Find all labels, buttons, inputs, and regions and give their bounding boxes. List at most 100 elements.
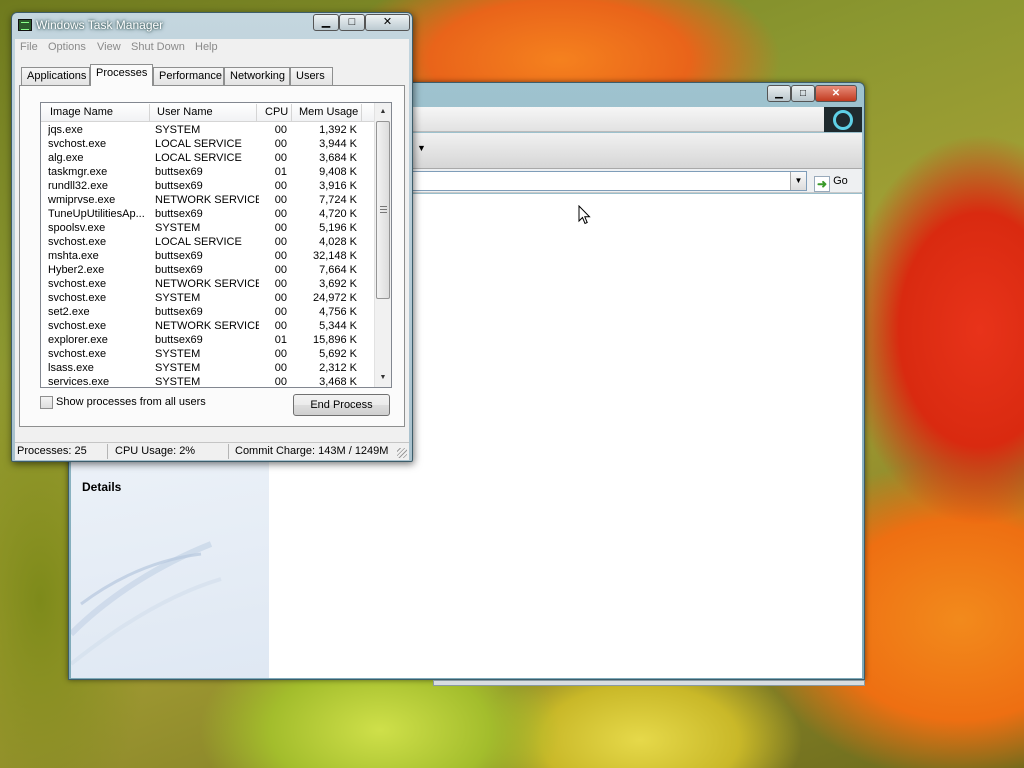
mouse-cursor-icon [578,205,591,225]
column-separator[interactable] [256,104,257,121]
menu-file[interactable]: File [20,41,38,53]
process-image-name: rundll32.exe [48,180,108,192]
show-all-users-label[interactable]: Show processes from all users [56,396,206,408]
tab-processes[interactable]: Processes [90,64,153,86]
table-row[interactable]: taskmgr.exe buttsex69 01 9,408 K [41,165,374,179]
scroll-up-arrow-icon[interactable]: ▲ [375,104,391,120]
process-user-name: SYSTEM [155,362,201,374]
menu-options[interactable]: Options [48,41,86,53]
process-cpu: 00 [274,376,287,388]
table-row[interactable]: svchost.exe SYSTEM 00 24,972 K [41,291,374,305]
processes-panel: Image Name User Name CPU Mem Usage jqs.e… [19,85,405,427]
table-row[interactable]: spoolsv.exe SYSTEM 00 5,196 K [41,221,374,235]
process-rows: jqs.exe SYSTEM 00 1,392 K svchost.exe LOCAL S… [41,123,374,388]
process-image-name: wmiprvse.exe [48,194,116,206]
close-icon: ✕ [382,16,393,28]
process-list-scrollbar[interactable]: ▲ ▼ [374,103,391,387]
maximize-button[interactable]: □ [339,14,365,31]
table-row[interactable]: services.exe SYSTEM 00 3,468 K [41,375,374,388]
process-user-name: buttsex69 [155,264,203,276]
status-separator [228,444,229,459]
maximize-icon: □ [799,88,807,99]
process-list-header: Image Name User Name CPU Mem Usage [41,103,374,122]
minimize-icon: ▁ [321,16,331,28]
status-bar: Processes: 25 CPU Usage: 2% Commit Charg… [15,442,409,460]
process-user-name: SYSTEM [155,348,201,360]
process-user-name: LOCAL SERVICE [155,236,242,248]
column-separator[interactable] [361,104,362,121]
table-row[interactable]: jqs.exe SYSTEM 00 1,392 K [41,123,374,137]
process-image-name: set2.exe [48,306,90,318]
task-manager-icon [18,19,32,31]
process-cpu: 00 [274,124,287,136]
column-mem-usage[interactable]: Mem Usage [299,106,358,118]
process-user-name: SYSTEM [155,376,201,388]
process-mem-usage: 24,972 K [312,292,357,304]
end-process-button[interactable]: End Process [293,394,390,416]
table-row[interactable]: svchost.exe NETWORK SERVICE 00 5,344 K [41,319,374,333]
column-image-name[interactable]: Image Name [50,106,113,118]
column-user-name[interactable]: User Name [157,106,213,118]
process-cpu: 00 [274,264,287,276]
table-row[interactable]: mshta.exe buttsex69 00 32,148 K [41,249,374,263]
scroll-thumb[interactable] [376,121,390,299]
process-cpu: 00 [274,222,287,234]
process-mem-usage: 5,692 K [319,348,357,360]
menu-help[interactable]: Help [195,41,218,53]
column-separator[interactable] [291,104,292,121]
table-row[interactable]: svchost.exe LOCAL SERVICE 00 4,028 K [41,235,374,249]
table-row[interactable]: lsass.exe SYSTEM 00 2,312 K [41,361,374,375]
process-cpu: 00 [274,208,287,220]
table-row[interactable]: rundll32.exe buttsex69 00 3,916 K [41,179,374,193]
tab-performance[interactable]: Performance [153,67,224,85]
browser-maximize-button[interactable]: □ [791,85,815,102]
process-user-name: buttsex69 [155,208,203,220]
menu-shut-down[interactable]: Shut Down [131,41,185,53]
dropdown-arrow-icon[interactable]: ▼ [417,143,426,153]
process-list[interactable]: Image Name User Name CPU Mem Usage jqs.e… [40,102,392,388]
process-image-name: explorer.exe [48,334,108,346]
process-image-name: svchost.exe [48,292,107,304]
process-image-name: spoolsv.exe [48,222,106,234]
table-row[interactable]: explorer.exe buttsex69 01 15,896 K [41,333,374,347]
browser-minimize-button[interactable]: ▁ [767,85,791,102]
table-row[interactable]: TuneUpUtilitiesAp... buttsex69 00 4,720 K [41,207,374,221]
scroll-down-arrow-icon[interactable]: ▼ [375,370,391,386]
process-mem-usage: 7,664 K [319,264,357,276]
table-row[interactable]: svchost.exe NETWORK SERVICE 00 3,692 K [41,277,374,291]
column-separator[interactable] [149,104,150,121]
tab-users[interactable]: Users [290,67,333,85]
process-image-name: svchost.exe [48,236,107,248]
table-row[interactable]: svchost.exe SYSTEM 00 5,692 K [41,347,374,361]
process-mem-usage: 4,756 K [319,306,357,318]
tab-networking[interactable]: Networking [224,67,290,85]
task-manager-window: Windows Task Manager ▁ □ ✕ File Options … [11,12,413,462]
table-row[interactable]: Hyber2.exe buttsex69 00 7,664 K [41,263,374,277]
process-image-name: svchost.exe [48,138,107,150]
resize-grip-icon[interactable] [397,448,407,458]
process-image-name: Hyber2.exe [48,264,105,276]
go-button[interactable]: ➜ Go [811,171,855,192]
minimize-button[interactable]: ▁ [313,14,339,31]
close-button[interactable]: ✕ [365,14,410,31]
process-cpu: 00 [274,362,287,374]
process-user-name: SYSTEM [155,222,201,234]
process-mem-usage: 3,684 K [319,152,357,164]
process-mem-usage: 9,408 K [319,166,357,178]
process-mem-usage: 5,196 K [319,222,357,234]
menu-view[interactable]: View [97,41,121,53]
scroll-grip-icon [380,206,387,213]
show-all-users-checkbox[interactable] [40,396,53,409]
address-dropdown-button[interactable]: ▼ [790,172,806,190]
process-user-name: buttsex69 [155,334,203,346]
browser-close-button[interactable]: ✕ [815,85,857,102]
table-row[interactable]: wmiprvse.exe NETWORK SERVICE 00 7,724 K [41,193,374,207]
tab-applications[interactable]: Applications [21,67,90,85]
column-cpu[interactable]: CPU [265,106,288,118]
process-cpu: 00 [274,348,287,360]
process-user-name: buttsex69 [155,306,203,318]
process-mem-usage: 2,312 K [319,362,357,374]
table-row[interactable]: alg.exe LOCAL SERVICE 00 3,684 K [41,151,374,165]
table-row[interactable]: svchost.exe LOCAL SERVICE 00 3,944 K [41,137,374,151]
table-row[interactable]: set2.exe buttsex69 00 4,756 K [41,305,374,319]
